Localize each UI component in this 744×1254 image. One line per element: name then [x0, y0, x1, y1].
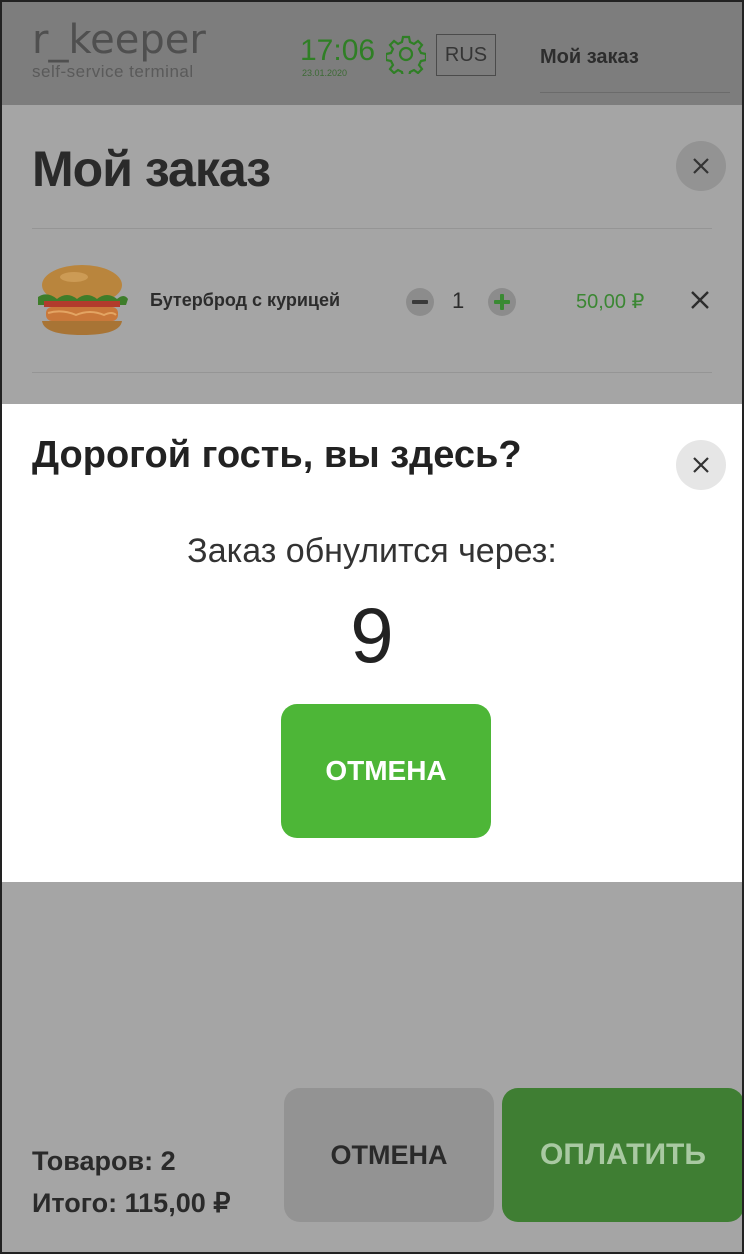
item-name: Бутерброд с курицей	[150, 290, 341, 310]
increase-quantity-button[interactable]	[488, 288, 516, 316]
logo-subtitle: self-service terminal	[32, 62, 194, 81]
countdown-value: 9	[350, 591, 394, 679]
pay-button[interactable]: ОПЛАТИТЬ	[502, 1088, 744, 1222]
order-total: Итого: 115,00 ₽	[32, 1188, 231, 1218]
chicken-burger-image	[38, 265, 128, 335]
dialog-message: Заказ обнулится через:	[187, 532, 557, 570]
item-quantity: 1	[452, 288, 465, 313]
clock-time: 17:06	[300, 34, 376, 67]
order-link-underline	[540, 92, 730, 93]
kiosk-screen: r_keeper self-service terminal 17:06 23.…	[0, 0, 744, 1254]
order-summary: Товаров: 2 Итого: 115,00 ₽	[32, 1140, 230, 1224]
item-price: 50,00 ₽	[576, 291, 645, 313]
idle-timeout-dialog: Дорогой гость, вы здесь? Заказ обнулится…	[0, 404, 744, 882]
decrease-quantity-button[interactable]	[406, 288, 434, 316]
order-title: Мой заказ	[32, 141, 271, 197]
clock: 17:06 23.01.2020	[300, 34, 376, 79]
cancel-order-button[interactable]: ОТМЕНА	[284, 1088, 494, 1222]
remove-item-icon[interactable]	[690, 290, 710, 310]
my-order-link[interactable]: Мой заказ	[540, 46, 639, 69]
close-dialog-button[interactable]	[676, 440, 726, 490]
close-order-button[interactable]	[676, 141, 726, 191]
items-count: Товаров: 2	[32, 1146, 176, 1176]
dialog-title: Дорогой гость, вы здесь?	[32, 434, 522, 476]
dialog-cancel-button[interactable]: ОТМЕНА	[281, 704, 491, 838]
language-button[interactable]: RUS	[436, 34, 496, 76]
clock-date: 23.01.2020	[302, 68, 348, 78]
close-icon	[693, 457, 709, 473]
divider	[32, 228, 712, 229]
close-icon	[693, 158, 709, 174]
top-bar: r_keeper self-service terminal 17:06 23.…	[0, 0, 744, 105]
divider	[32, 372, 712, 373]
logo-title: r_keeper	[32, 17, 206, 63]
logo: r_keeper self-service terminal	[32, 20, 206, 82]
gear-icon[interactable]	[384, 34, 428, 79]
